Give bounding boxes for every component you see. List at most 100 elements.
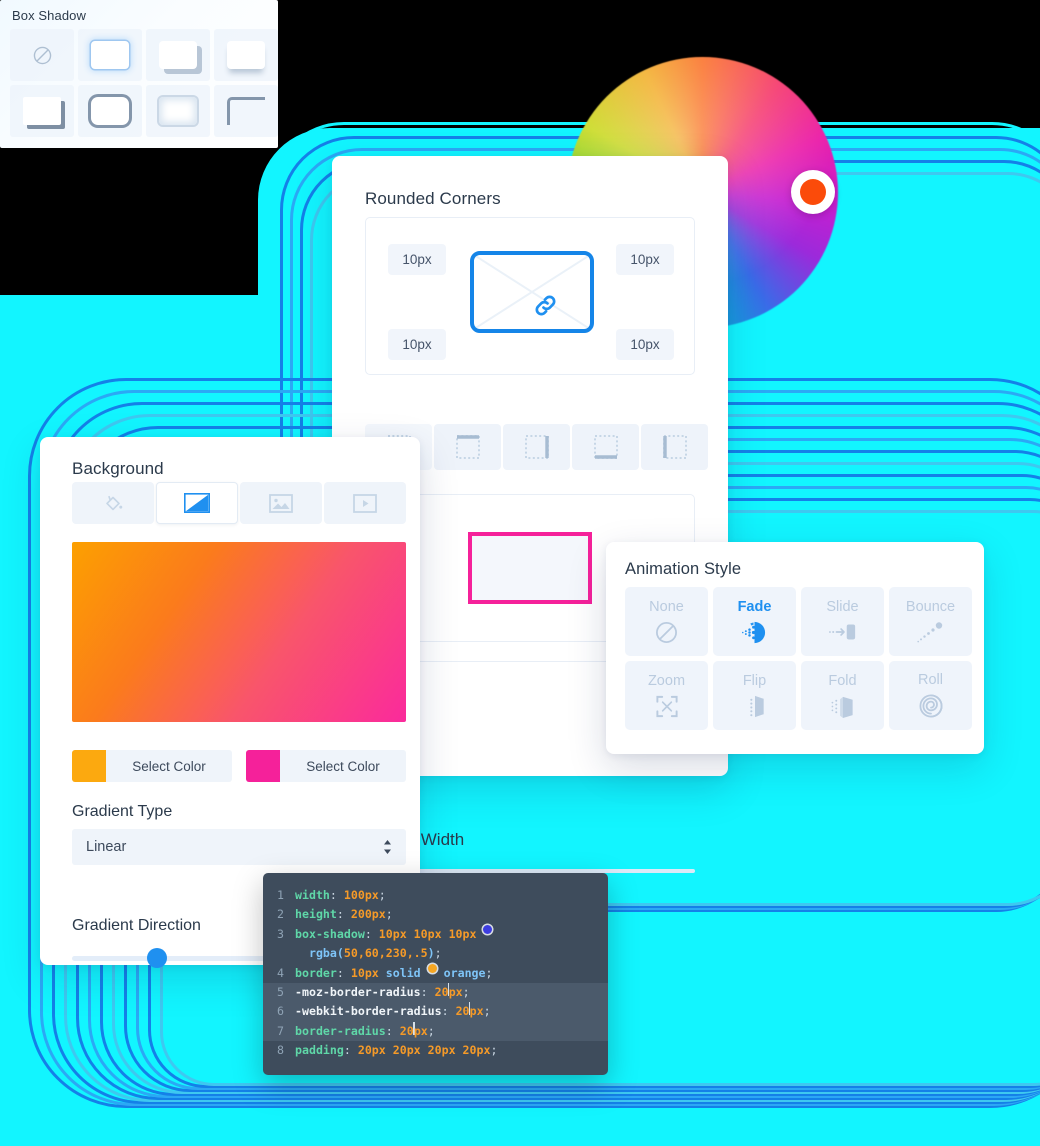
code-line-number: 3 [277,926,284,941]
box-shadow-option-outline-thick[interactable] [78,85,142,137]
box-shadow-option-drop-bottom[interactable] [214,29,278,81]
code-line: 7 border-radius: 20 px; [263,1021,608,1042]
gradient-type-select[interactable]: Linear [72,829,406,865]
paint-bucket-icon [106,495,123,511]
code-token: 20 [455,1004,470,1019]
no-entry-icon [654,620,679,645]
code-line-number: 8 [277,1043,284,1058]
box-shadow-option-glow[interactable] [78,29,142,81]
gradient-preview[interactable] [72,542,406,722]
image-icon [269,493,293,513]
background-title: Background [72,459,164,478]
animation-option-zoom[interactable]: Zoom [625,661,708,730]
gradient-color-stops: Select Color Select Color [72,750,406,782]
corner-value-bottom-right[interactable]: 10px [616,329,674,360]
gradient-stop-2[interactable]: Select Color [246,750,406,782]
gradient-stop-1[interactable]: Select Color [72,750,232,782]
border-side-top[interactable] [434,424,501,470]
box-shadow-grid [10,29,278,137]
animation-option-flip[interactable]: Flip [713,661,796,730]
code-token: ; [462,985,470,1000]
animation-label: None [649,598,684,615]
animation-label: Fold [828,672,857,689]
code-token: 20px 20px 20px 20px [357,1043,491,1058]
color-dot-orange[interactable] [427,963,437,973]
gradient-icon [184,493,210,513]
border-side-left[interactable] [641,424,708,470]
tab-fill-color[interactable] [72,482,154,524]
color-wheel-knob[interactable] [791,170,835,214]
corner-value-top-left[interactable]: 10px [388,244,446,275]
code-line: 3 box-shadow: 10px 10px 10px [263,924,608,944]
animation-option-none[interactable]: None [625,587,708,656]
code-token: : [420,985,435,1000]
fade-icon [741,620,768,645]
box-shadow-option-offset-hard[interactable] [146,29,210,81]
code-line: 8 padding: 20px 20px 20px 20px; [263,1041,608,1060]
code-token: ; [385,907,393,922]
select-color-label-1: Select Color [132,758,206,774]
code-token: ) [427,946,435,961]
color-dot-blue[interactable] [483,924,493,934]
animation-style-title: Animation Style [625,560,742,578]
code-token: solid [385,965,428,980]
no-entry-icon [33,46,51,64]
code-token: padding [295,1043,344,1058]
animation-label: Slide [826,599,859,615]
tab-video[interactable] [324,482,406,524]
box-shadow-option-corner-top-left[interactable] [214,85,278,137]
border-side-bottom[interactable] [572,424,639,470]
animation-option-slide[interactable]: Slide [801,587,884,656]
code-line: 4 border: 10px solid orange; [263,963,608,983]
animation-label: Roll [918,672,943,688]
color-swatch-orange[interactable] [72,750,106,782]
shadow-swatch [227,41,265,69]
code-token: ; [427,1023,435,1038]
box-shadow-option-inner-shadow[interactable] [146,85,210,137]
tab-gradient[interactable] [156,482,238,524]
corner-value-bottom-left[interactable]: 10px [388,329,446,360]
preview-frame [470,251,594,333]
box-shadow-option-offset-bottom-right[interactable] [10,85,74,137]
border-preview-box [468,532,592,604]
code-token: : [336,907,351,922]
gradient-direction-slider-knob[interactable] [147,948,167,968]
chevron-updown-icon [383,840,392,854]
animation-label: Bounce [905,599,956,615]
screenshot-root: Rounded Corners 10px 10px 10px 10px Widt… [0,0,1040,1146]
box-shadow-option-none[interactable] [10,29,74,81]
animation-option-fade[interactable]: Fade [713,587,796,656]
code-token: rgba( [295,946,344,961]
corner-value-top-right[interactable]: 10px [616,244,674,275]
css-code-editor[interactable]: 1 width: 100px; 2 height: 200px; 3 box-shadow… [263,873,608,1075]
border-top-icon [455,435,480,459]
shadow-swatch [159,41,197,69]
code-token: : [441,1004,456,1019]
code-token: 10px [350,965,386,980]
code-token: : [385,1023,400,1038]
code-token: px [448,985,463,1000]
color-swatch-pink[interactable] [246,750,280,782]
border-left-icon [662,435,687,459]
roll-spiral-icon [918,693,944,719]
animation-label: Flip [742,672,767,689]
code-token: ; [490,1043,498,1058]
code-line-number: 1 [277,888,284,902]
code-line-number: 5 [277,985,284,1000]
shadow-swatch [91,41,129,69]
shadow-swatch [91,97,129,125]
corner-radius-editor: 10px 10px 10px 10px [365,217,695,375]
tab-image[interactable] [240,482,322,524]
code-token: px [469,1004,484,1019]
animation-option-bounce[interactable]: Bounce [889,587,972,656]
animation-option-roll[interactable]: Roll [889,661,972,730]
slide-icon [828,620,857,644]
code-token: border-radius [295,1023,386,1038]
code-token: ; [378,888,386,902]
border-side-right[interactable] [503,424,570,470]
animation-option-fold[interactable]: Fold [801,661,884,730]
fold-icon [830,694,856,719]
code-token: 20 [399,1023,414,1038]
border-bottom-icon [593,435,618,459]
shadow-swatch [23,97,61,125]
